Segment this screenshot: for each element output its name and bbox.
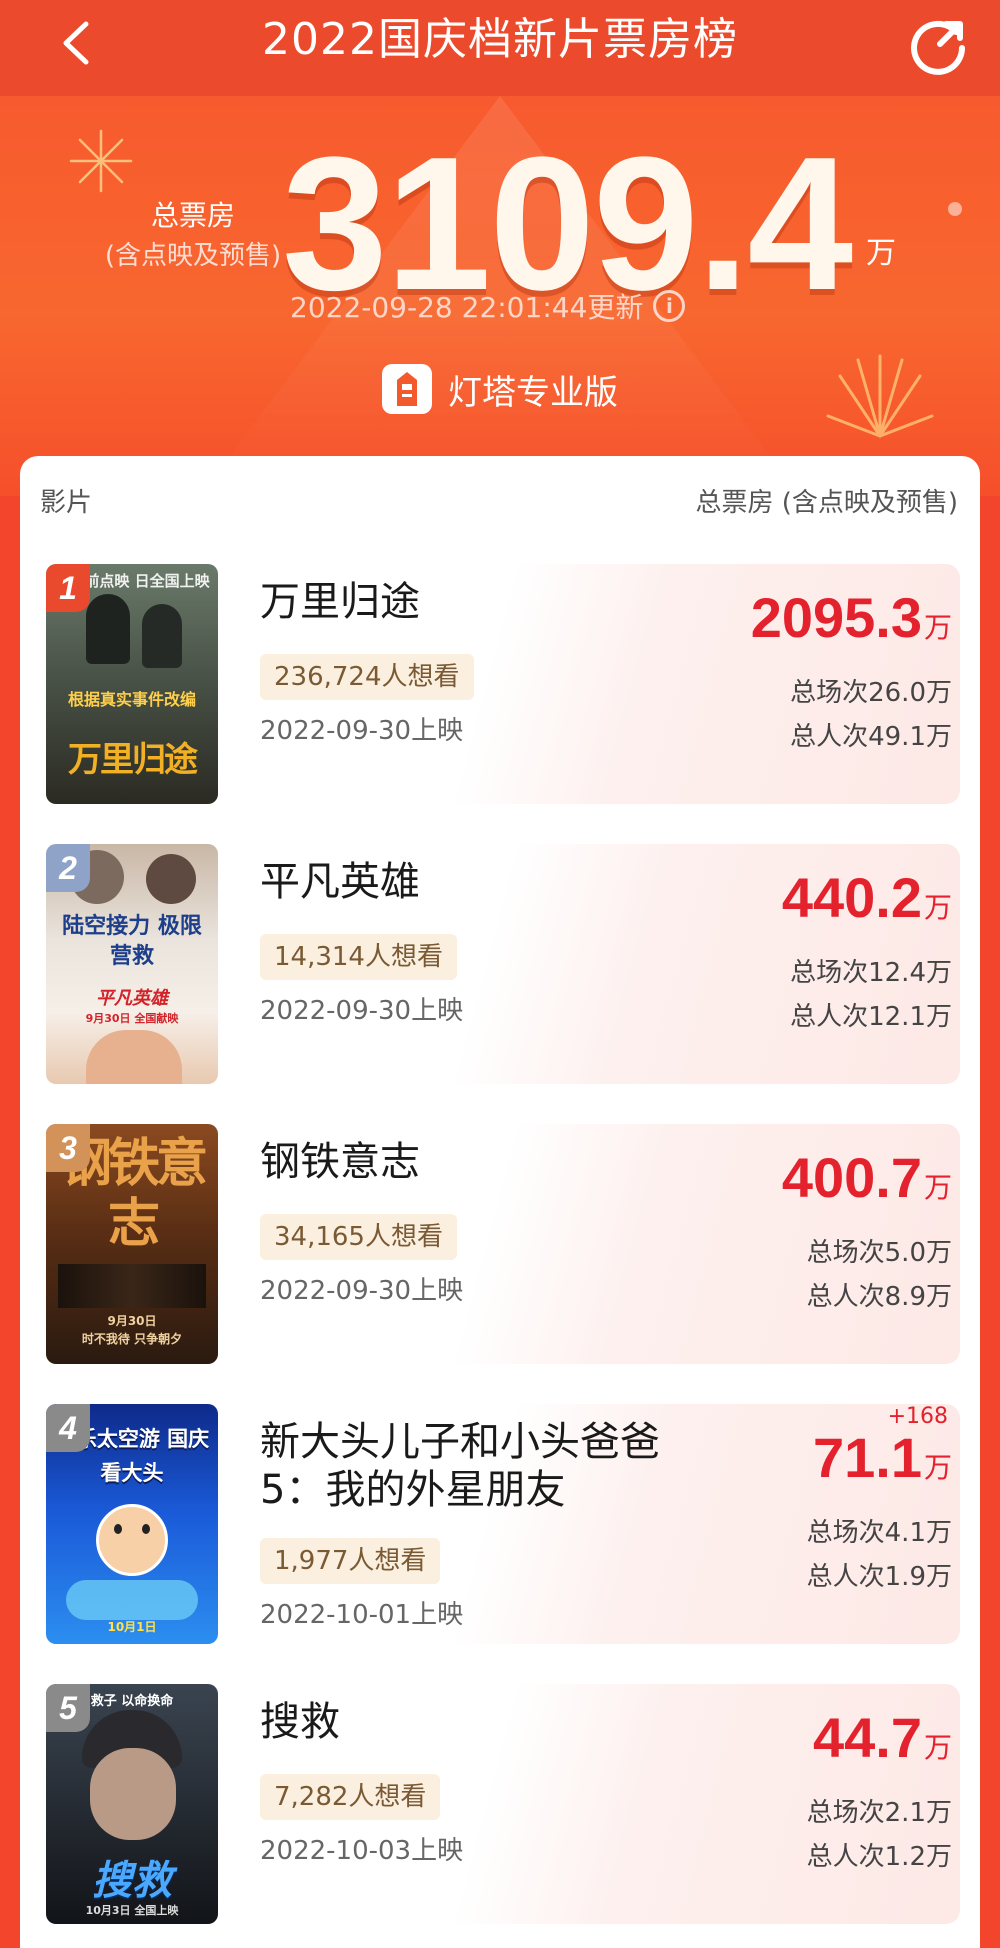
page-title: 2022国庆档新片票房榜 xyxy=(262,14,738,65)
movie-name[interactable]: 钢铁意志 xyxy=(260,1138,660,1186)
total-sublabel: (含点映及预售) xyxy=(104,241,282,271)
poster-top-text: 9月30日 全国献映 xyxy=(85,1012,179,1025)
want-count-badge: 7,282人想看 xyxy=(260,1774,441,1820)
movie-name[interactable]: 平凡英雄 xyxy=(260,858,660,906)
box-office-number: 2095.3 xyxy=(750,586,922,649)
total-viewers: 总人次1.2万 xyxy=(806,1842,952,1872)
want-count-badge: 236,724人想看 xyxy=(260,654,474,700)
poster-tagline: 根据真实事件改编 xyxy=(67,690,196,709)
poster-tagline: 时不我待 只争朝夕 xyxy=(81,1332,183,1346)
release-date: 2022-09-30上映 xyxy=(260,716,464,746)
firework-decoration xyxy=(69,129,133,193)
share-icon xyxy=(911,20,965,75)
poster-title: 搜救 xyxy=(92,1858,172,1904)
movie-poster[interactable]: 日超前点映 日全国上映 根据真实事件改编 万里归途 1 xyxy=(46,564,218,804)
want-count-badge: 34,165人想看 xyxy=(260,1214,457,1260)
rank-badge: 2 xyxy=(46,844,90,892)
release-date: 2022-09-30上映 xyxy=(260,996,464,1026)
movie-row[interactable]: 钢铁意志 9月30日 时不我待 只争朝夕 3 钢铁意志 34,165人想看 20… xyxy=(46,1124,960,1364)
total-label-text: 总票房 xyxy=(150,199,235,232)
column-film: 影片 xyxy=(40,488,93,518)
poster-top-text: 10月3日 全国上映 xyxy=(85,1904,179,1917)
box-office-number: 44.7 xyxy=(812,1706,922,1769)
movie-row[interactable]: 陆空接力 极限营救 平凡英雄 9月30日 全国献映 2 平凡英雄 14,314人… xyxy=(46,844,960,1084)
decor-dot xyxy=(948,202,962,216)
movie-row[interactable]: 救子 以命换命 搜救 10月3日 全国上映 5 搜救 7,282人想看 2022… xyxy=(46,1684,960,1924)
movie-name[interactable]: 新大头儿子和小头爸爸5：我的外星朋友 xyxy=(260,1418,660,1514)
box-office-value: 400.7万 xyxy=(782,1148,952,1218)
total-viewers: 总人次12.1万 xyxy=(790,1002,952,1032)
total-sessions: 总场次5.0万 xyxy=(806,1238,952,1268)
box-office-number: 440.2 xyxy=(781,866,922,929)
movie-poster[interactable]: 欢乐太空游 国庆看大头 10月1日 4 xyxy=(46,1404,218,1644)
box-office-number: 71.1 xyxy=(812,1426,922,1489)
box-office-value: 440.2万 xyxy=(782,868,952,938)
rank-badge: 3 xyxy=(46,1124,90,1172)
release-date: 2022-09-30上映 xyxy=(260,1276,464,1306)
release-date: 2022-10-03上映 xyxy=(260,1836,464,1866)
movie-row[interactable]: 日超前点映 日全国上映 根据真实事件改编 万里归途 1 万里归途 236,724… xyxy=(46,564,960,804)
poster-top-text: 9月30日 xyxy=(107,1314,157,1328)
box-office-number: 400.7 xyxy=(781,1146,922,1209)
box-office-unit: 万 xyxy=(923,1452,952,1483)
total-viewers: 总人次1.9万 xyxy=(806,1562,952,1592)
release-date: 2022-10-01上映 xyxy=(260,1600,464,1630)
box-office-value: 71.1万 xyxy=(813,1428,952,1498)
total-sessions: 总场次4.1万 xyxy=(806,1518,952,1548)
poster-title: 陆空接力 极限营救 xyxy=(62,914,202,969)
poster-tagline: 10月1日 xyxy=(107,1620,157,1634)
poster-title: 万里归途 xyxy=(68,740,198,780)
box-office-unit: 万 xyxy=(923,1172,952,1203)
poster-tagline: 平凡英雄 xyxy=(96,988,168,1009)
update-time-text: 2022-09-28 22:01:44更新 xyxy=(290,291,644,324)
box-office-unit: 万 xyxy=(923,1732,952,1763)
total-viewers: 总人次49.1万 xyxy=(790,722,952,752)
brand-name: 灯塔专业版 xyxy=(448,372,618,413)
box-office-value: 44.7万 xyxy=(813,1708,952,1778)
movie-row[interactable]: 欢乐太空游 国庆看大头 10月1日 4 新大头儿子和小头爸爸5：我的外星朋友 1… xyxy=(46,1404,960,1644)
movie-poster[interactable]: 钢铁意志 9月30日 时不我待 只争朝夕 3 xyxy=(46,1124,218,1364)
share-button[interactable] xyxy=(908,14,970,76)
ranking-card: 影片 总票房 (含点映及预售) 日超前点映 日全国上映 根据真实事件改编 万里归… xyxy=(20,456,980,1948)
want-count-badge: 1,977人想看 xyxy=(260,1538,441,1584)
movie-name[interactable]: 搜救 xyxy=(260,1698,660,1746)
summary-panel: 总票房 (含点映及预售) 3109.4 万 2022-09-28 22:01:4… xyxy=(0,96,1000,496)
movie-name[interactable]: 万里归途 xyxy=(260,578,660,626)
rank-badge: 5 xyxy=(46,1684,90,1732)
total-unit: 万 xyxy=(866,236,896,271)
box-office-unit: 万 xyxy=(923,892,952,923)
rank-badge: 1 xyxy=(46,564,90,612)
lighthouse-logo-icon xyxy=(382,364,432,414)
total-sessions: 总场次12.4万 xyxy=(790,958,952,988)
movie-poster[interactable]: 救子 以命换命 搜救 10月3日 全国上映 5 xyxy=(46,1684,218,1924)
top-bar: 2022国庆档新片票房榜 xyxy=(0,0,1000,96)
total-sessions: 总场次26.0万 xyxy=(790,678,952,708)
column-box-office: 总票房 (含点映及预售) xyxy=(695,488,958,518)
box-office-value: 2095.3万 xyxy=(751,588,952,658)
total-viewers: 总人次8.9万 xyxy=(806,1282,952,1312)
movie-poster[interactable]: 陆空接力 极限营救 平凡英雄 9月30日 全国献映 2 xyxy=(46,844,218,1084)
box-office-unit: 万 xyxy=(923,612,952,643)
table-header: 影片 总票房 (含点映及预售) xyxy=(20,482,980,522)
total-sessions: 总场次2.1万 xyxy=(806,1798,952,1828)
info-icon[interactable]: i xyxy=(653,290,686,322)
want-count-badge: 14,314人想看 xyxy=(260,934,457,980)
rank-badge: 4 xyxy=(46,1404,90,1452)
total-label: 总票房 (含点映及预售) xyxy=(98,196,288,276)
brand-link[interactable]: 灯塔专业版 xyxy=(0,364,1000,414)
update-time: 2022-09-28 22:01:44更新 i xyxy=(290,286,686,326)
